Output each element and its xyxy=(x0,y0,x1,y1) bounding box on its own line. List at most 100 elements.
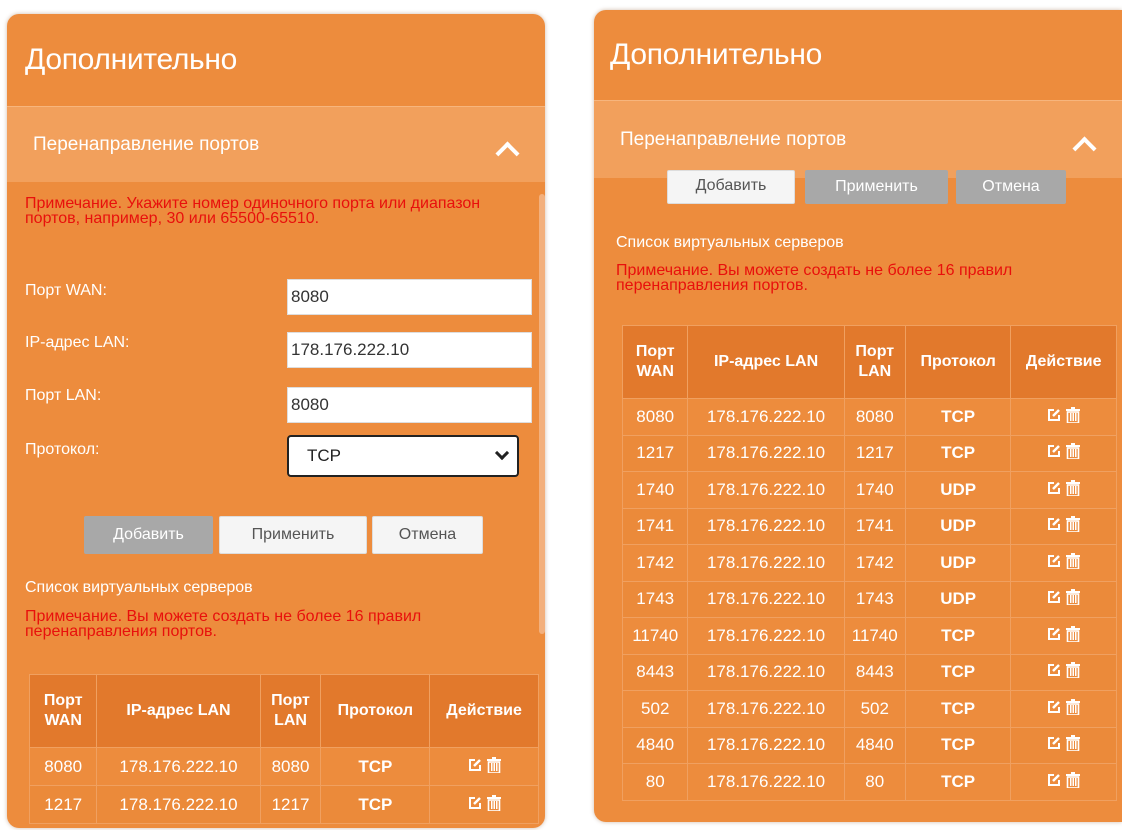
servers-title: Список виртуальных серверов xyxy=(616,234,844,251)
cancel-button[interactable]: Отмена xyxy=(956,170,1066,204)
lan-ip-cell: 178.176.222.10 xyxy=(687,434,845,472)
table-row: 1743 178.176.222.10 1743 UDP xyxy=(621,580,1117,618)
lan-ip-cell: 178.176.222.10 xyxy=(687,690,845,728)
wan-port-cell: 8080 xyxy=(621,398,689,436)
lan-ip-cell: 178.176.222.10 xyxy=(687,726,845,764)
lan-port-cell: 502 xyxy=(843,690,906,728)
chevron-up-icon[interactable] xyxy=(1074,138,1092,156)
protocol-cell: UDP xyxy=(904,471,1012,509)
edit-icon[interactable] xyxy=(1047,699,1061,715)
edit-icon[interactable] xyxy=(1047,735,1061,751)
lan-ip-cell: 178.176.222.10 xyxy=(687,763,845,801)
form-note: Примечание. Укажите номер одиночного пор… xyxy=(25,195,481,227)
add-button[interactable]: Добавить xyxy=(667,170,795,204)
lan-ip-cell: 178.176.222.10 xyxy=(687,617,845,655)
table-row: 1741 178.176.222.10 1741 UDP xyxy=(621,507,1117,545)
edit-icon[interactable] xyxy=(1047,772,1061,788)
table-row: 1217 178.176.222.10 1217 TCP xyxy=(621,434,1117,472)
trash-icon[interactable] xyxy=(1066,406,1081,424)
lan-ip-cell: 178.176.222.10 xyxy=(687,580,845,618)
servers-title: Список виртуальных серверов xyxy=(25,579,253,596)
lan-port-input[interactable]: 8080 xyxy=(287,387,532,423)
wan-port-cell: 1740 xyxy=(621,471,689,509)
left-panel: Дополнительно Перенаправление портов При… xyxy=(7,14,545,828)
chevron-down-icon xyxy=(494,445,510,461)
edit-icon[interactable] xyxy=(1047,589,1061,605)
servers-note: Примечание. Вы можете создать не более 1… xyxy=(616,262,1013,294)
apply-button[interactable]: Применить xyxy=(805,170,948,204)
col-action: Действие xyxy=(1010,325,1117,399)
wan-port-cell: 1741 xyxy=(621,507,689,545)
cancel-button[interactable]: Отмена xyxy=(372,516,483,554)
port-forwarding-header[interactable]: Перенаправление портов xyxy=(7,106,545,182)
action-cell xyxy=(1010,398,1117,436)
lan-ip-cell: 178.176.222.10 xyxy=(687,653,845,691)
wan-port-input[interactable]: 8080 xyxy=(287,279,532,315)
edit-icon[interactable] xyxy=(1047,553,1061,569)
rules-table: Порт WAN IP-адрес LAN Порт LAN Протокол Де… xyxy=(28,674,539,824)
trash-icon[interactable] xyxy=(1066,443,1081,461)
protocol-cell: TCP xyxy=(320,785,431,824)
lan-ip-input[interactable]: 178.176.222.10 xyxy=(287,332,532,368)
trash-icon[interactable] xyxy=(1066,516,1081,534)
lan-port-cell: 8443 xyxy=(843,653,906,691)
trash-icon[interactable] xyxy=(486,794,501,812)
edit-icon[interactable] xyxy=(1047,407,1061,423)
lan-ip-cell: 178.176.222.10 xyxy=(96,747,261,786)
table-row: 11740 178.176.222.10 11740 TCP xyxy=(621,617,1117,655)
protocol-label: Протокол: xyxy=(25,441,100,458)
action-cell xyxy=(1010,580,1117,618)
protocol-select[interactable]: TCP xyxy=(287,435,519,477)
lan-ip-cell: 178.176.222.10 xyxy=(687,398,845,436)
apply-button[interactable]: Применить xyxy=(219,516,367,554)
table-row: 80 178.176.222.10 80 TCP xyxy=(621,763,1117,801)
wan-port-cell: 1742 xyxy=(621,544,689,582)
trash-icon[interactable] xyxy=(1066,589,1081,607)
port-forwarding-header[interactable]: Перенаправление портов xyxy=(594,100,1122,178)
add-button[interactable]: Добавить xyxy=(84,516,213,554)
wan-port-cell: 1217 xyxy=(28,785,98,824)
col-protocol: Протокол xyxy=(904,325,1012,399)
protocol-cell: TCP xyxy=(904,763,1012,801)
edit-icon[interactable] xyxy=(1047,516,1061,532)
trash-icon[interactable] xyxy=(1066,625,1081,643)
edit-icon[interactable] xyxy=(1047,480,1061,496)
edit-icon[interactable] xyxy=(1047,443,1061,459)
edit-icon[interactable] xyxy=(468,757,482,773)
wan-port-cell: 1217 xyxy=(621,434,689,472)
scrollbar[interactable] xyxy=(539,194,545,634)
col-protocol: Протокол xyxy=(320,674,431,748)
lan-port-cell: 1741 xyxy=(843,507,906,545)
trash-icon[interactable] xyxy=(1066,479,1081,497)
section-title: Перенаправление портов xyxy=(33,133,260,155)
trash-icon[interactable] xyxy=(1066,735,1081,753)
col-lan-port: Порт LAN xyxy=(843,325,906,399)
table-row: 1742 178.176.222.10 1742 UDP xyxy=(621,544,1117,582)
lan-port-cell: 1217 xyxy=(843,434,906,472)
action-cell xyxy=(1010,434,1117,472)
trash-icon[interactable] xyxy=(1066,662,1081,680)
trash-icon[interactable] xyxy=(1066,771,1081,789)
page-title: Дополнительно xyxy=(610,38,823,71)
rules-table: Порт WAN IP-адрес LAN Порт LAN Протокол Де… xyxy=(621,325,1117,801)
lan-port-cell: 8080 xyxy=(843,398,906,436)
lan-port-cell: 1217 xyxy=(259,785,322,824)
edit-icon[interactable] xyxy=(468,795,482,811)
wan-port-cell: 80 xyxy=(621,763,689,801)
trash-icon[interactable] xyxy=(1066,552,1081,570)
lan-ip-cell: 178.176.222.10 xyxy=(687,471,845,509)
edit-icon[interactable] xyxy=(1047,626,1061,642)
trash-icon[interactable] xyxy=(486,756,501,774)
col-action: Действие xyxy=(429,674,539,748)
wan-port-cell: 1743 xyxy=(621,580,689,618)
edit-icon[interactable] xyxy=(1047,662,1061,678)
lan-port-cell: 4840 xyxy=(843,726,906,764)
action-cell xyxy=(1010,507,1117,545)
lan-port-cell: 1743 xyxy=(843,580,906,618)
section-title: Перенаправление портов xyxy=(620,128,847,150)
wan-port-cell: 8080 xyxy=(28,747,98,786)
action-cell xyxy=(1010,690,1117,728)
trash-icon[interactable] xyxy=(1066,698,1081,716)
wan-port-cell: 11740 xyxy=(621,617,689,655)
chevron-up-icon[interactable] xyxy=(497,143,515,161)
